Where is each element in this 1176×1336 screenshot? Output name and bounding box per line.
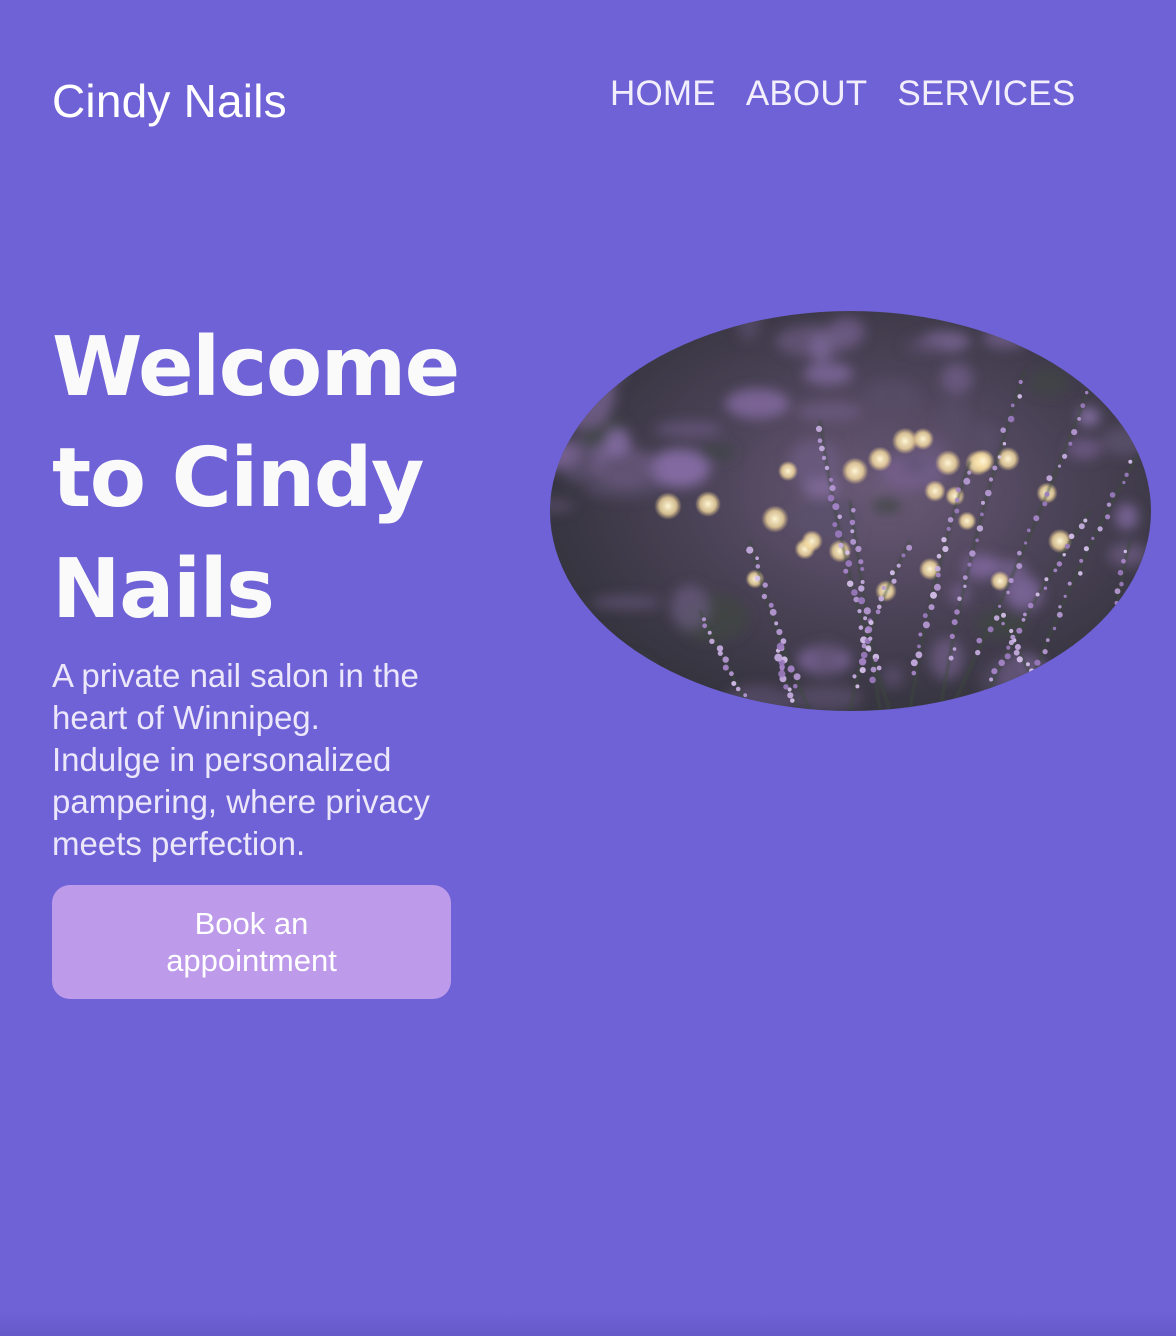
nav-home-link[interactable]: HOME [610, 74, 716, 114]
book-appointment-button[interactable]: Book an appointment [52, 885, 451, 999]
site-logo[interactable]: Cindy Nails [52, 74, 287, 128]
hero-subtitle: A private nail salon in the heart of Win… [52, 657, 430, 862]
main-nav: HOME ABOUT SERVICES [610, 74, 1075, 114]
bottom-shade [0, 1312, 1176, 1336]
lavender-hero-image [550, 311, 1151, 711]
landing-page: Cindy Nails HOME ABOUT SERVICES Welcome … [0, 0, 1176, 1336]
nav-services-link[interactable]: SERVICES [897, 74, 1075, 114]
nav-about-link[interactable]: ABOUT [746, 74, 868, 114]
hero-section: Welcome to Cindy Nails A private nail sa… [52, 312, 460, 999]
hero-title: Welcome to Cindy Nails [52, 320, 460, 637]
